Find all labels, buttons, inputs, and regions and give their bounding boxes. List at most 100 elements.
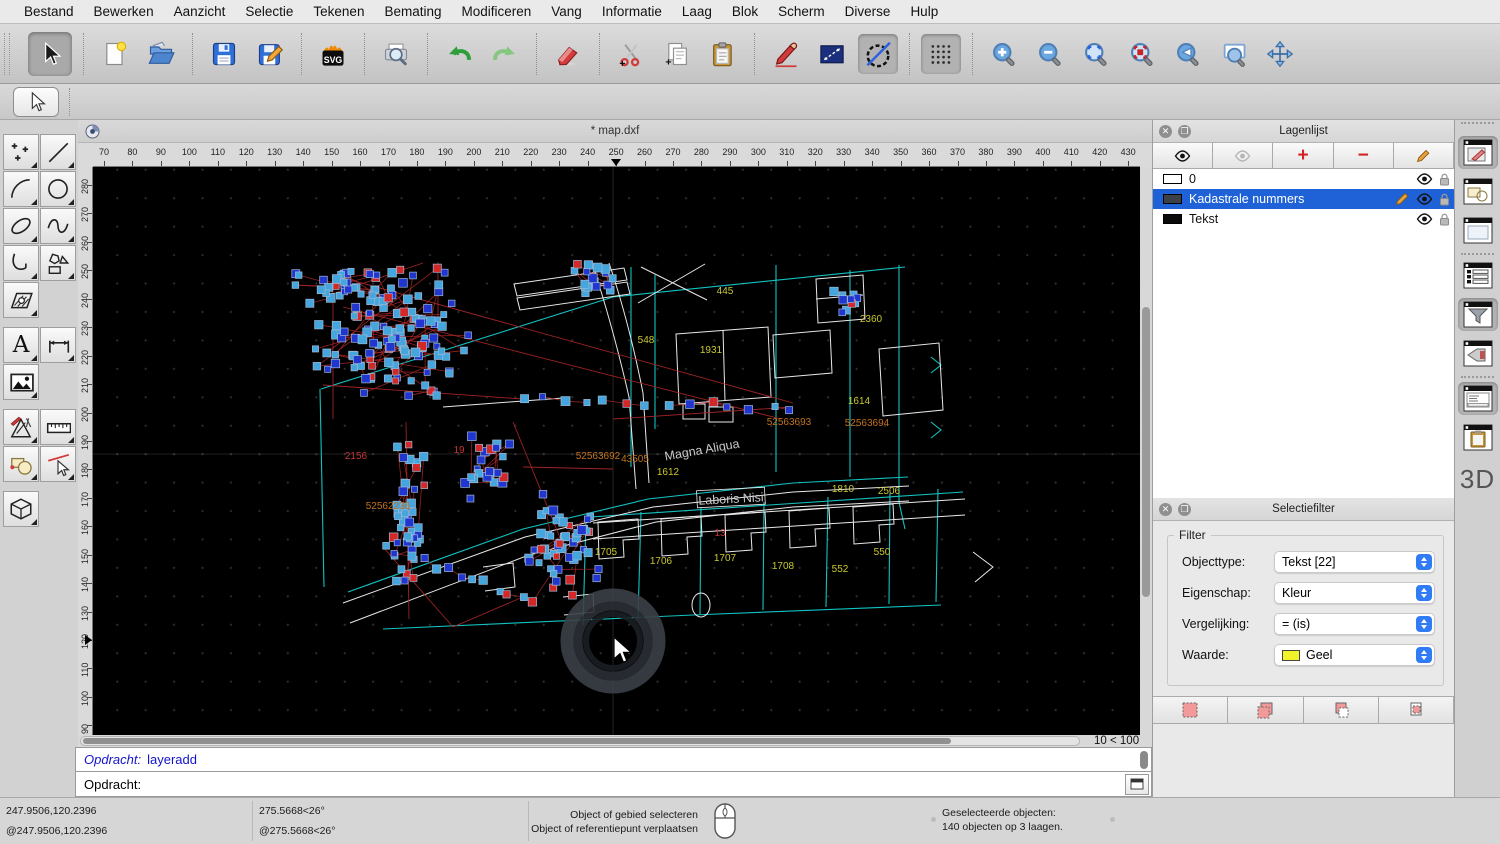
menu-blok[interactable]: Blok	[722, 4, 768, 19]
close-icon[interactable]: ✕	[1159, 503, 1172, 516]
arc-tools-button[interactable]	[3, 171, 39, 207]
layer-visible-icon[interactable]	[1416, 193, 1433, 205]
menu-laag[interactable]: Laag	[672, 4, 722, 19]
zoom-out-button[interactable]	[1030, 34, 1070, 74]
new-file-button[interactable]	[95, 34, 135, 74]
pan-button[interactable]	[1260, 34, 1300, 74]
measure-tools-button[interactable]	[40, 409, 76, 445]
edit-layer-button[interactable]	[1394, 143, 1454, 168]
draft-mode-button[interactable]	[858, 34, 898, 74]
layer-visible-icon[interactable]	[1416, 173, 1433, 185]
menu-bewerken[interactable]: Bewerken	[84, 4, 164, 19]
command-options-button[interactable]	[1125, 774, 1149, 795]
svg-export-button[interactable]: SVG	[313, 34, 353, 74]
filter-field-select-0[interactable]: Tekst [22]	[1274, 551, 1435, 573]
filter-panel-toggle-button[interactable]	[1458, 298, 1498, 331]
polyline-tools-button[interactable]	[3, 245, 39, 281]
detach-panel-icon[interactable]: ❐	[1178, 125, 1191, 138]
vertical-scrollbar[interactable]	[1140, 167, 1152, 735]
filter-field-select-3[interactable]: Geel	[1274, 644, 1435, 666]
circle-tools-button[interactable]	[40, 171, 76, 207]
undo-button[interactable]	[439, 34, 479, 74]
hatch-tools-button[interactable]	[3, 282, 39, 318]
zoom-selection-button[interactable]	[1122, 34, 1162, 74]
pointer-tool-alt-button[interactable]	[13, 87, 59, 117]
zoom-window-button[interactable]	[1214, 34, 1254, 74]
menu-bemating[interactable]: Bemating	[374, 4, 451, 19]
clipboard-panel-toggle-button[interactable]	[1458, 421, 1498, 454]
horizontal-scrollbar[interactable]	[80, 736, 1080, 746]
zoom-auto-button[interactable]	[1076, 34, 1116, 74]
menu-vang[interactable]: Vang	[541, 4, 592, 19]
list-panel-toggle-button[interactable]	[1458, 259, 1498, 292]
zoom-previous-button[interactable]	[1168, 34, 1208, 74]
menu-selectie[interactable]: Selectie	[235, 4, 303, 19]
layer-lock-icon[interactable]	[1439, 213, 1450, 226]
show-all-layers-button[interactable]	[1153, 143, 1213, 168]
spline-tools-button[interactable]	[40, 208, 76, 244]
drawing-canvas[interactable]: Magna AliquaLaboris Nisi4452360548193116…	[93, 167, 1140, 735]
command-history-scrollbar[interactable]	[1140, 751, 1148, 769]
toolbar-drag-handle[interactable]	[4, 33, 10, 75]
save-file-as-button[interactable]	[250, 34, 290, 74]
cut-button[interactable]: +	[611, 34, 651, 74]
pen-panel-toggle-button[interactable]	[1458, 136, 1498, 169]
add-layer-button[interactable]: +	[1273, 143, 1333, 168]
menu-tekenen[interactable]: Tekenen	[303, 4, 374, 19]
dimension-settings-button[interactable]	[812, 34, 852, 74]
remove-layer-button[interactable]: −	[1334, 143, 1394, 168]
pointer-tool-button[interactable]	[28, 32, 72, 76]
menu-scherm[interactable]: Scherm	[768, 4, 835, 19]
menu-bestand[interactable]: Bestand	[14, 4, 84, 19]
command-input[interactable]	[147, 776, 1125, 793]
copy-button[interactable]: +	[657, 34, 697, 74]
redo-button[interactable]	[485, 34, 525, 74]
add-to-selection-button[interactable]	[1228, 697, 1303, 723]
horizontal-scrollbar-thumb[interactable]	[83, 738, 951, 744]
close-icon[interactable]: ✕	[1159, 125, 1172, 138]
image-tool-button[interactable]	[3, 364, 39, 400]
menu-diverse[interactable]: Diverse	[835, 4, 901, 19]
shape-tools-button[interactable]	[40, 245, 76, 281]
layer-row-kadastrale-nummers[interactable]: Kadastrale nummers	[1153, 189, 1454, 209]
menu-modificeren[interactable]: Modificeren	[452, 4, 542, 19]
filter-field-select-2[interactable]: = (is)	[1274, 613, 1435, 635]
layer-row-0[interactable]: 0	[1153, 169, 1454, 189]
layer-lock-icon[interactable]	[1439, 193, 1450, 206]
menu-hulp[interactable]: Hulp	[900, 4, 948, 19]
layer-lock-icon[interactable]	[1439, 173, 1450, 186]
draw-red-pencil-button[interactable]	[766, 34, 806, 74]
intersect-selection-button[interactable]	[1379, 697, 1454, 723]
3d-workspace-button[interactable]: 3D	[1455, 464, 1500, 495]
ellipse-tools-button[interactable]	[3, 208, 39, 244]
paste-button[interactable]	[703, 34, 743, 74]
menu-aanzicht[interactable]: Aanzicht	[164, 4, 236, 19]
save-file-button[interactable]	[204, 34, 244, 74]
point-tools-button[interactable]	[3, 134, 39, 170]
vertical-scrollbar-thumb[interactable]	[1142, 307, 1150, 597]
shapes-panel-toggle-button[interactable]	[1458, 175, 1498, 208]
replace-selection-button[interactable]	[1153, 697, 1228, 723]
hide-all-layers-button[interactable]	[1213, 143, 1273, 168]
open-file-button[interactable]	[141, 34, 181, 74]
zoom-in-button[interactable]	[984, 34, 1024, 74]
eraser-button[interactable]	[548, 34, 588, 74]
filter-field-select-1[interactable]: Kleur	[1274, 582, 1435, 604]
detach-panel-icon[interactable]: ❐	[1178, 503, 1191, 516]
menu-informatie[interactable]: Informatie	[592, 4, 672, 19]
layer-row-tekst[interactable]: Tekst	[1153, 209, 1454, 229]
solid-3d-tools-button[interactable]	[3, 491, 39, 527]
modify-tools-button[interactable]	[3, 446, 39, 482]
dimension-tools-button[interactable]	[40, 327, 76, 363]
layer-visible-icon[interactable]	[1416, 213, 1433, 225]
subtract-from-selection-button[interactable]	[1304, 697, 1379, 723]
print-preview-button[interactable]	[376, 34, 416, 74]
draft-tools-button[interactable]	[3, 409, 39, 445]
blank-panel-toggle-button[interactable]	[1458, 214, 1498, 247]
widget-panel-toggle-button[interactable]	[1458, 337, 1498, 370]
grid-toggle-button[interactable]	[921, 34, 961, 74]
dock-drag-handle[interactable]	[1461, 122, 1494, 132]
trim-tools-button[interactable]	[40, 446, 76, 482]
line-tools-button[interactable]	[40, 134, 76, 170]
command-panel-toggle-button[interactable]	[1458, 382, 1498, 415]
